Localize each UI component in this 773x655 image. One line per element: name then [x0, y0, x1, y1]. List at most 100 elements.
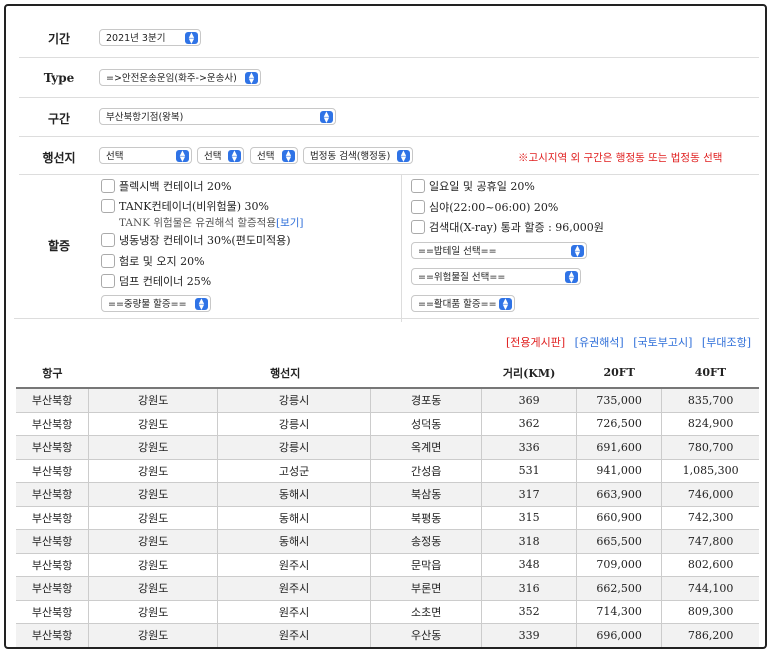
cell-port: 부산북항: [16, 600, 89, 624]
table-row[interactable]: 부산북항 강원도 원주시 문막읍 348 709,000 802,600: [16, 553, 759, 577]
section-row: 구간 부산북항기점(왕복) ▲ ▼: [19, 98, 759, 137]
cell-distance: 318: [481, 529, 577, 554]
cell-distance: 317: [481, 482, 577, 507]
cell-40ft: 835,700: [661, 388, 759, 413]
cell-dong: 부론면: [370, 576, 482, 601]
chevron-updown-icon: ▲ ▼: [282, 150, 295, 163]
cell-distance: 362: [481, 412, 577, 436]
cell-dong: 성덕동: [370, 412, 482, 436]
cell-40ft: 802,600: [661, 553, 759, 577]
holiday-checkbox[interactable]: [411, 179, 425, 193]
type-label: Type: [43, 71, 75, 85]
table-row[interactable]: 부산북항 강원도 강릉시 옥계면 336 691,600 780,700: [16, 435, 759, 460]
route-select-legal-dong[interactable]: 법정동 검색(행정동) ▲ ▼: [303, 147, 413, 164]
cell-40ft: 824,900: [661, 412, 759, 436]
reefer-label: 냉동냉장 컨테이너 30%(편도미적용): [119, 234, 291, 247]
holiday-label: 일요일 및 공휴일 20%: [429, 180, 535, 193]
reefer-checkbox[interactable]: [101, 233, 115, 247]
chevron-updown-icon: ▲ ▼: [565, 271, 578, 284]
interpretation-link[interactable]: [유권해석]: [575, 336, 624, 349]
cell-40ft: 744,100: [661, 576, 759, 601]
table-row[interactable]: 부산북항 강원도 고성군 간성읍 531 941,000 1,085,300: [16, 459, 759, 483]
cell-20ft: 662,500: [576, 576, 662, 601]
section-select[interactable]: 부산북항기점(왕복) ▲ ▼: [99, 108, 336, 125]
board-link[interactable]: [전용게시판]: [506, 336, 565, 349]
cell-city: 강릉시: [216, 435, 371, 460]
chevron-updown-icon: ▲ ▼: [571, 245, 584, 258]
chevron-updown-icon: ▲ ▼: [176, 150, 189, 163]
supplementary-link[interactable]: [부대조항]: [702, 336, 751, 349]
period-label: 기간: [47, 32, 71, 46]
dump-checkbox[interactable]: [101, 274, 115, 288]
header-distance: 거리(KM): [481, 358, 577, 389]
table-row[interactable]: 부산북항 강원도 원주시 우산동 339 696,000 786,200: [16, 623, 759, 647]
cell-port: 부산북항: [16, 506, 89, 530]
table-row[interactable]: 부산북항 강원도 원주시 부론면 316 662,500 744,100: [16, 576, 759, 601]
cell-40ft: 1,085,300: [661, 459, 759, 483]
cell-port: 부산북항: [16, 576, 89, 601]
column-divider: [401, 175, 402, 322]
cell-city: 동해시: [216, 482, 371, 507]
cell-40ft: 780,700: [661, 435, 759, 460]
cell-20ft: 691,600: [576, 435, 662, 460]
ministry-notice-link[interactable]: [국토부고시]: [633, 336, 692, 349]
table-row[interactable]: 부산북항 강원도 강릉시 경포동 369 735,000 835,700: [16, 388, 759, 413]
header-20ft: 20FT: [576, 358, 662, 389]
type-select-value: =>안전운송운임(화주->운송사): [106, 73, 237, 84]
tank-note-link[interactable]: [보기]: [276, 217, 304, 229]
tank-note: TANK 위험물은 유권해석 할증적용[보기]: [119, 215, 304, 230]
cell-dong: 간성읍: [370, 459, 482, 483]
cell-port: 부산북항: [16, 459, 89, 483]
table-row[interactable]: 부산북항 강원도 강릉시 성덕동 362 726,500 824,900: [16, 412, 759, 436]
cell-city: 동해시: [216, 506, 371, 530]
table-row[interactable]: 부산북항 강원도 동해시 송정동 318 665,500 747,800: [16, 529, 759, 554]
cell-port: 부산북항: [16, 553, 89, 577]
xray-checkbox[interactable]: [411, 220, 425, 234]
surcharge-label: 할증: [47, 239, 71, 253]
period-select[interactable]: 2021년 3분기 ▲ ▼: [99, 29, 201, 46]
cell-province: 강원도: [88, 506, 218, 530]
cell-distance: 336: [481, 435, 577, 460]
bobtail-select[interactable]: ==밥테일 선택== ▲ ▼: [411, 242, 587, 259]
route-select-legal-dong-value: 법정동 검색(행정동): [310, 151, 391, 162]
table-row[interactable]: 부산북항 강원도 원주시 소초면 352 714,300 809,300: [16, 600, 759, 624]
search-form: 기간 2021년 3분기 ▲ ▼ Type =>안전운송운임(화주->운송사) ▲…: [19, 16, 759, 322]
chevron-updown-icon: ▲ ▼: [245, 72, 258, 85]
weight-select-value: ==중량물 할증==: [108, 299, 187, 310]
cell-province: 강원도: [88, 576, 218, 601]
hazmat-select[interactable]: ==위험물질 선택== ▲ ▼: [411, 268, 581, 285]
cell-province: 강원도: [88, 529, 218, 554]
cell-40ft: 809,300: [661, 600, 759, 624]
cell-dong: 송정동: [370, 529, 482, 554]
route-select-town-value: 선택: [257, 151, 275, 162]
weight-select[interactable]: ==중량물 할증== ▲ ▼: [101, 295, 211, 312]
flexibag-checkbox[interactable]: [101, 179, 115, 193]
cell-port: 부산북항: [16, 623, 89, 647]
cell-distance: 315: [481, 506, 577, 530]
route-select-town[interactable]: 선택 ▲ ▼: [250, 147, 298, 164]
tank-checkbox[interactable]: [101, 199, 115, 213]
header-destination: 행선지: [88, 358, 482, 389]
rough-road-label: 험로 및 오지 20%: [119, 255, 205, 268]
type-select[interactable]: =>안전운송운임(화주->운송사) ▲ ▼: [99, 69, 261, 86]
cell-dong: 경포동: [370, 388, 482, 413]
bobtail-select-value: ==밥테일 선택==: [418, 246, 497, 257]
tank-note-text: TANK 위험물은 유권해석 할증적용: [119, 217, 276, 229]
night-checkbox[interactable]: [411, 200, 425, 214]
section-select-value: 부산북항기점(왕복): [106, 112, 184, 123]
cell-distance: 352: [481, 600, 577, 624]
period-row: 기간 2021년 3분기 ▲ ▼: [19, 16, 759, 58]
cell-20ft: 714,300: [576, 600, 662, 624]
cell-province: 강원도: [88, 412, 218, 436]
cell-20ft: 735,000: [576, 388, 662, 413]
cell-20ft: 663,900: [576, 482, 662, 507]
cell-20ft: 941,000: [576, 459, 662, 483]
route-select-province[interactable]: 선택 ▲ ▼: [99, 147, 192, 164]
route-notice: ※고시지역 외 구간은 행정동 또는 법정동 선택: [518, 152, 723, 164]
table-row[interactable]: 부산북항 강원도 동해시 북삼동 317 663,900 746,000: [16, 482, 759, 507]
rough-road-checkbox[interactable]: [101, 254, 115, 268]
route-select-city[interactable]: 선택 ▲ ▼: [197, 147, 244, 164]
table-row[interactable]: 부산북항 강원도 동해시 북평동 315 660,900 742,300: [16, 506, 759, 530]
chevron-updown-icon: ▲ ▼: [195, 298, 208, 311]
oversize-select[interactable]: ==활대품 할증== ▲ ▼: [411, 295, 515, 312]
